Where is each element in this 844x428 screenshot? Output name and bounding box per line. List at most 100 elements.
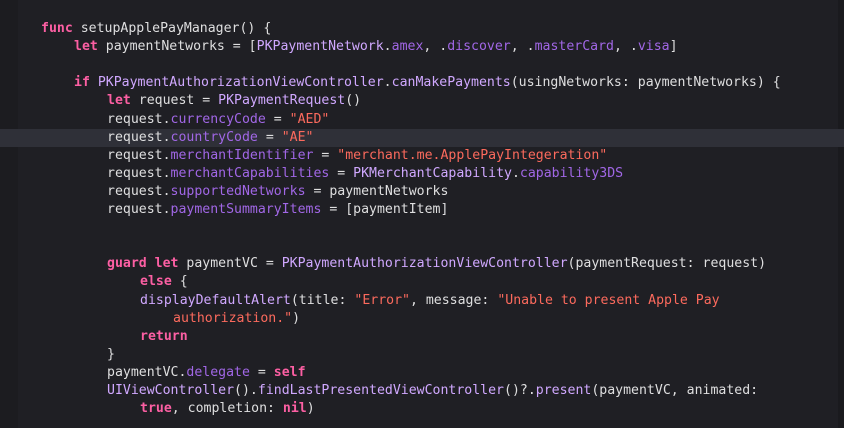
code-line-text: request.merchantCapabilities = PKMerchan… [107, 165, 623, 183]
code-token: = [249, 364, 274, 380]
code-token: (paymentRequest: request) [567, 256, 767, 272]
code-token: = paymentNetworks [305, 183, 449, 199]
code-token: request. [107, 147, 171, 163]
code-token: request = [130, 93, 219, 109]
code-token: ) [306, 401, 315, 417]
code-line-text: paymentVC.delegate = self [107, 364, 306, 382]
code-token: { [171, 274, 188, 290]
code-line[interactable] [0, 237, 844, 255]
code-token: let [74, 39, 98, 55]
code-token: PKPaymentAuthorizationViewController [281, 256, 568, 272]
code-token: request. [107, 165, 171, 181]
code-line[interactable]: paymentVC.delegate = self [0, 364, 844, 382]
code-token: , . [510, 39, 535, 55]
code-line[interactable]: request.supportedNetworks = paymentNetwo… [0, 183, 844, 201]
code-token: merchantIdentifier [170, 147, 314, 163]
code-token: discover [447, 39, 511, 55]
code-line[interactable]: else { [0, 273, 844, 291]
code-token: , . [613, 39, 638, 55]
code-token: () [345, 93, 362, 109]
code-line-text: else { [140, 273, 188, 291]
code-token: (). [234, 383, 258, 398]
code-token: paymentNetworks = [ [97, 39, 257, 55]
code-token: ] [669, 39, 678, 55]
code-token: authorization." [173, 310, 293, 326]
code-line[interactable]: guard let paymentVC = PKPaymentAuthoriza… [0, 255, 844, 273]
code-line[interactable] [0, 219, 844, 237]
code-line-text: authorization.") [173, 310, 300, 328]
code-line[interactable]: if PKPaymentAuthorizationViewController.… [0, 74, 844, 92]
code-line-text: let paymentNetworks = [PKPaymentNetwork.… [74, 38, 678, 56]
code-line[interactable]: request.merchantCapabilities = PKMerchan… [0, 165, 844, 183]
code-token: countryCode [170, 129, 258, 145]
code-token: } [107, 346, 115, 362]
code-editor[interactable]: func setupApplePayManager() {let payment… [0, 0, 844, 428]
code-line-text: request.countryCode = "AE" [107, 129, 313, 147]
code-token: paymentVC. [107, 364, 187, 380]
code-token: PKPaymentRequest [218, 93, 346, 109]
code-token: present [535, 383, 592, 398]
code-token: "Unable to present Apple Pay [497, 292, 720, 308]
code-token: delegate [186, 364, 250, 380]
code-line[interactable]: let paymentNetworks = [PKPaymentNetwork.… [0, 38, 844, 56]
code-token: guard [107, 256, 147, 272]
code-token: . [383, 39, 392, 55]
code-token: masterCard [534, 39, 614, 55]
code-token: if [74, 75, 90, 91]
code-token: , . [423, 39, 448, 55]
code-line[interactable]: func setupApplePayManager() { [0, 20, 844, 38]
code-token: nil [282, 401, 307, 417]
code-token: visa [637, 39, 670, 55]
code-token: currencyCode [170, 111, 266, 127]
code-token: = [329, 165, 354, 181]
code-token: ) [292, 310, 301, 326]
code-token: else [140, 274, 172, 290]
code-token: displayDefaultAlert [140, 292, 291, 308]
code-line[interactable]: request.merchantIdentifier = "merchant.m… [0, 147, 844, 165]
code-token: capability3DS [519, 165, 624, 181]
code-line[interactable]: displayDefaultAlert(title: "Error", mess… [0, 292, 844, 310]
code-line-text: return [140, 328, 188, 346]
code-line[interactable]: request.currencyCode = "AED" [0, 111, 844, 129]
code-token: request. [107, 111, 171, 127]
code-line[interactable]: request.countryCode = "AE" [0, 128, 844, 147]
code-line[interactable]: return [0, 328, 844, 346]
code-line[interactable]: let request = PKPaymentRequest() [0, 92, 844, 110]
code-line-text: } [107, 346, 115, 364]
code-token: "AED" [289, 111, 330, 127]
code-token: self [273, 364, 306, 380]
code-line[interactable]: authorization.") [0, 310, 844, 328]
code-token: UIViewController [107, 383, 235, 398]
code-token: "AE" [281, 129, 314, 145]
code-token: return [140, 328, 188, 344]
code-token: , message: [409, 292, 498, 308]
code-token: PKPaymentAuthorizationViewController [97, 75, 384, 91]
code-token: . [511, 165, 520, 181]
code-line-text: if PKPaymentAuthorizationViewController.… [74, 74, 781, 92]
code-token: supportedNetworks [170, 183, 306, 199]
code-token: (title: [290, 292, 355, 308]
code-token: (usingNetworks: paymentNetworks) { [510, 75, 781, 91]
code-line[interactable]: } [0, 346, 844, 364]
code-token: setupApplePayManager() { [72, 21, 272, 36]
code-token: . [383, 75, 392, 91]
code-line[interactable]: UIViewController().findLastPresentedView… [0, 382, 844, 400]
code-token: paymentSummaryItems [170, 202, 322, 217]
code-token: = [paymentItem] [321, 202, 449, 217]
code-token: canMakePayments [391, 75, 511, 91]
code-line[interactable] [0, 56, 844, 74]
code-token: request. [107, 129, 171, 145]
code-line-text: request.paymentSummaryItems = [paymentIt… [107, 201, 448, 219]
code-token: "merchant.me.ApplePayIntegeration" [337, 147, 608, 163]
code-token: merchantCapabilities [170, 165, 330, 181]
code-token: request. [107, 183, 171, 199]
code-line-text: func setupApplePayManager() { [41, 20, 271, 38]
code-line[interactable]: true, completion: nil) [0, 400, 844, 418]
code-line-text: request.currencyCode = "AED" [107, 111, 329, 129]
code-line-text: displayDefaultAlert(title: "Error", mess… [140, 292, 720, 310]
code-line[interactable]: request.paymentSummaryItems = [paymentIt… [0, 201, 844, 219]
code-line-text: true, completion: nil) [140, 400, 315, 418]
code-line-text: guard let paymentVC = PKPaymentAuthoriza… [107, 255, 766, 273]
code-token: amex [391, 39, 424, 55]
